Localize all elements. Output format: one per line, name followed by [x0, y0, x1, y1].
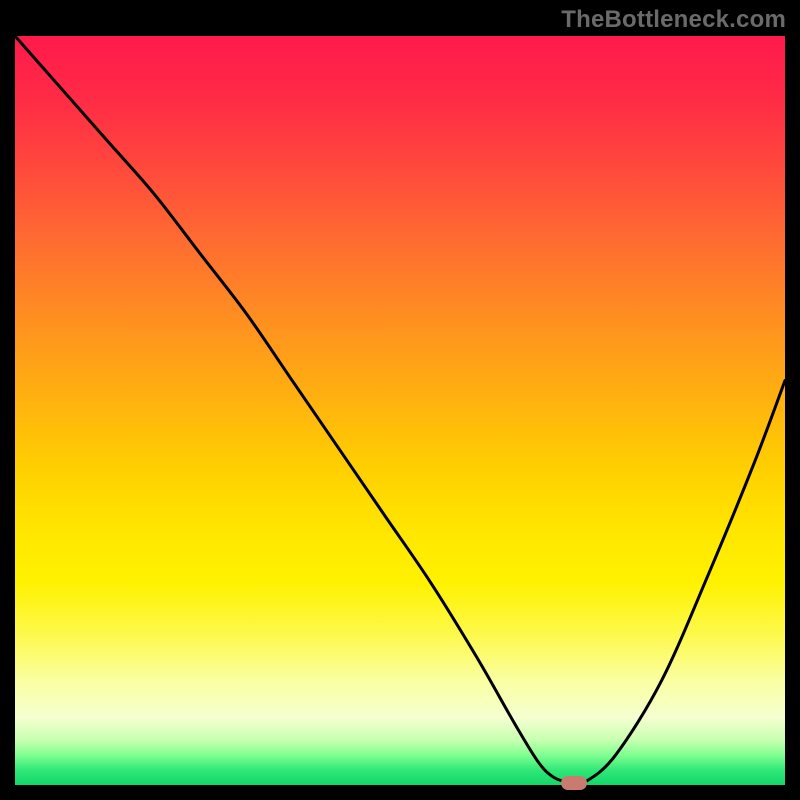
plot-area: [15, 36, 785, 785]
watermark-text: TheBottleneck.com: [561, 6, 786, 34]
series-marker: [561, 776, 587, 790]
chart-container: TheBottleneck.com: [0, 0, 800, 800]
